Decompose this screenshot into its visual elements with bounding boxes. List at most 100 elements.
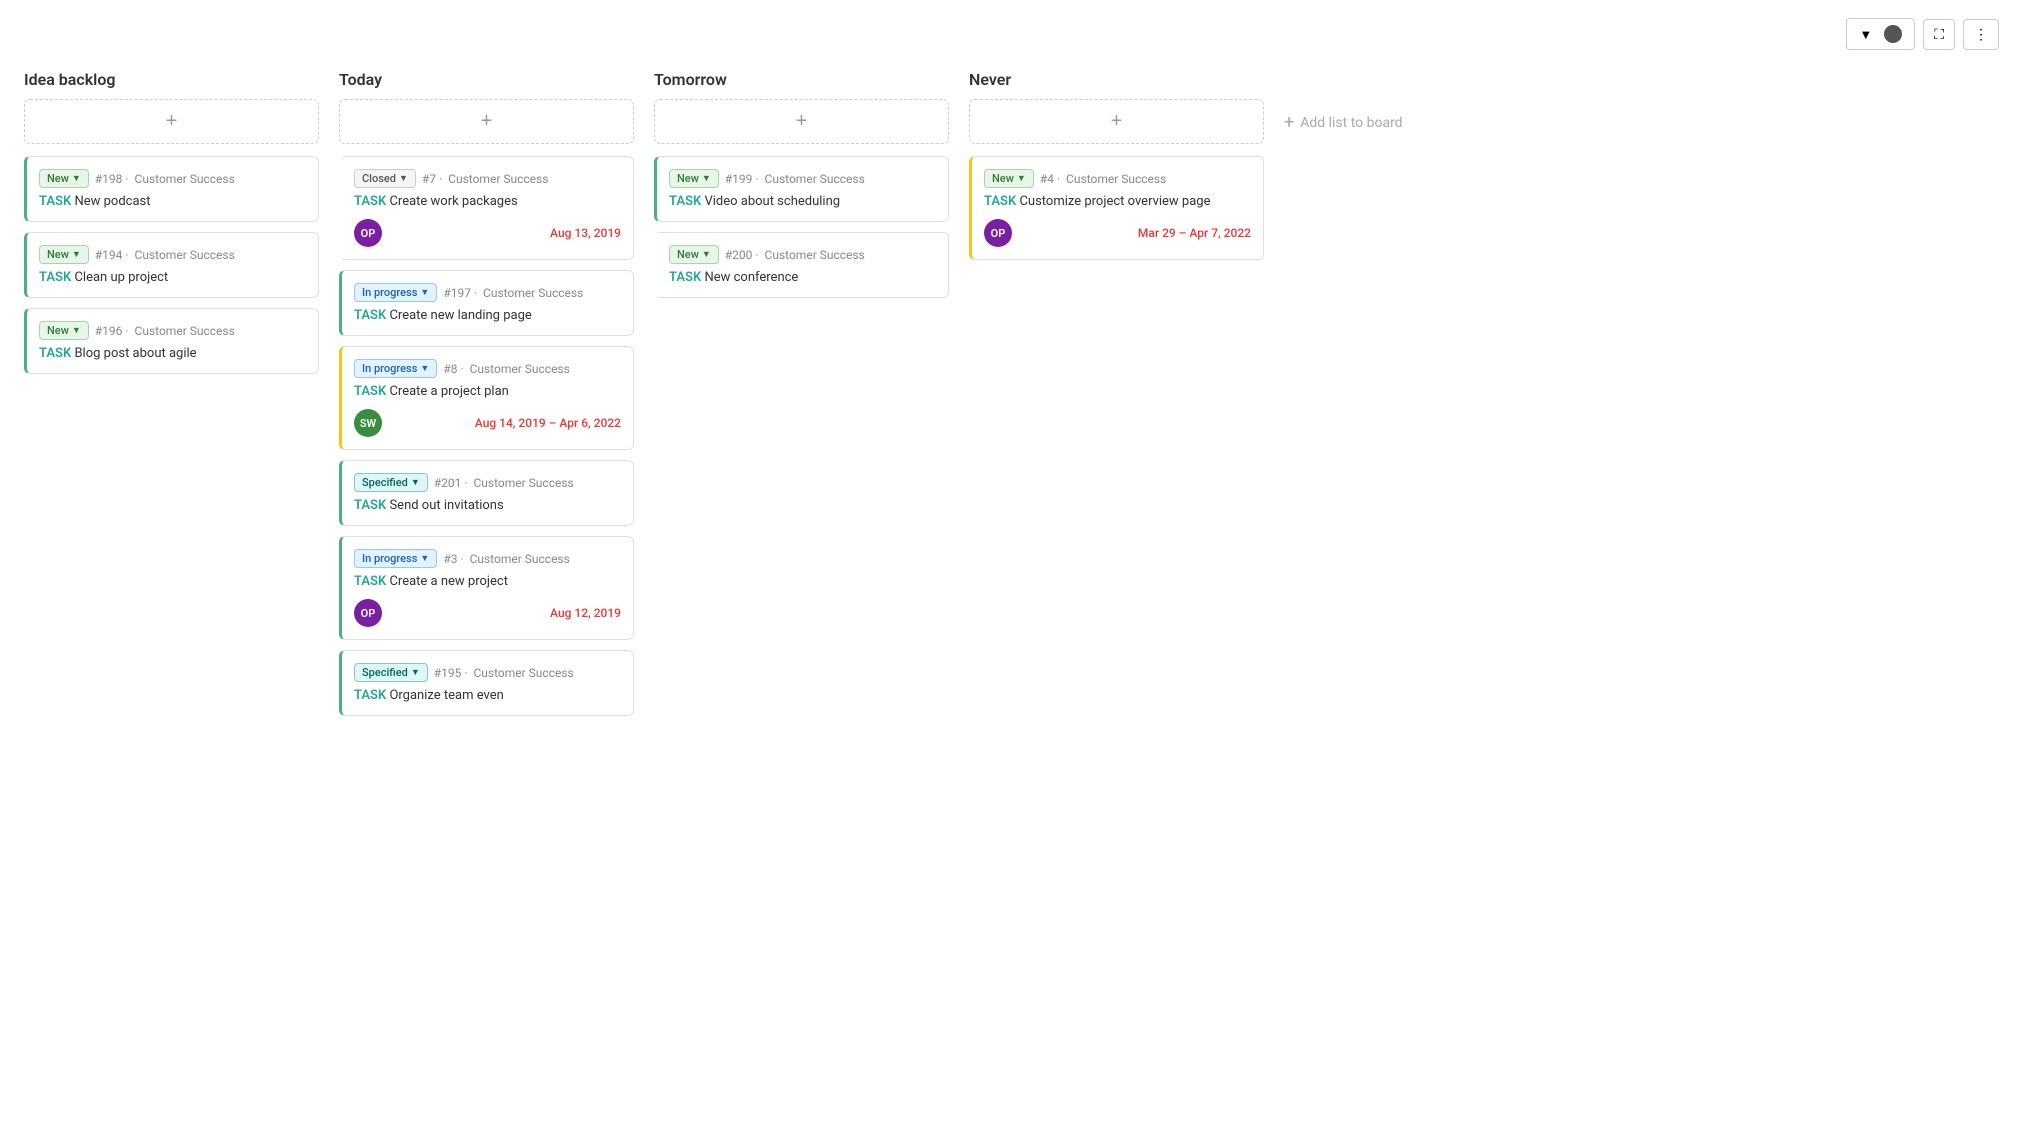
card-footer-c7: OPAug 13, 2019: [354, 219, 621, 247]
more-options-button[interactable]: ⋮: [1963, 19, 1999, 50]
card-meta-c4: New ▼#4 ·Customer Success: [984, 169, 1251, 188]
column-title-idea-backlog: Idea backlog: [24, 70, 319, 89]
task-text: Send out invitations: [389, 498, 503, 513]
card-number-c194: #194 ·: [95, 248, 129, 262]
task-label: TASK: [354, 194, 386, 209]
avatar-c8: SW: [354, 409, 382, 437]
task-label: TASK: [354, 308, 386, 323]
card-c197[interactable]: In progress ▼#197 ·Customer SuccessTASK …: [339, 270, 634, 336]
filter-icon: ▼: [1859, 27, 1872, 42]
status-badge-c195[interactable]: Specified ▼: [354, 663, 428, 682]
badge-chevron: ▼: [399, 173, 408, 184]
card-c201[interactable]: Specified ▼#201 ·Customer Success TASK Se…: [339, 460, 634, 526]
status-badge-c3[interactable]: In progress ▼: [354, 549, 437, 568]
status-badge-c194[interactable]: New ▼: [39, 245, 89, 264]
badge-chevron: ▼: [420, 287, 429, 298]
card-meta-c200: New ▼#200 ·Customer Success: [669, 245, 936, 264]
avatar-c4: OP: [984, 219, 1012, 247]
column-tomorrow: Tomorrow+New ▼#199 ·Customer SuccessTASK…: [654, 70, 949, 308]
badge-chevron: ▼: [1017, 173, 1026, 184]
status-badge-c196[interactable]: New ▼: [39, 321, 89, 340]
card-task-c199: TASK Video about scheduling: [669, 194, 936, 209]
card-number-c198: #198 ·: [95, 172, 129, 186]
card-task-c4: TASK Customize project overview page: [984, 194, 1251, 209]
task-text: Create a new project: [389, 574, 508, 589]
task-text: Video about scheduling: [704, 194, 840, 209]
add-list-to-board[interactable]: +Add list to board: [1284, 106, 1403, 139]
filter-button[interactable]: ▼: [1846, 18, 1915, 50]
card-task-c3: TASK Create a new project: [354, 574, 621, 589]
task-label: TASK: [984, 194, 1016, 209]
status-badge-c4[interactable]: New ▼: [984, 169, 1034, 188]
task-label: TASK: [354, 688, 386, 703]
task-text: Organize team even: [389, 688, 503, 703]
card-number-c3: #3 ·: [443, 552, 463, 566]
card-category-c8: Customer Success: [470, 362, 570, 376]
badge-chevron: ▼: [72, 325, 81, 336]
fullscreen-button[interactable]: ⛶: [1923, 19, 1955, 50]
column-title-never: Never: [969, 70, 1264, 89]
badge-chevron: ▼: [72, 173, 81, 184]
card-number-c197: #197 ·: [443, 286, 477, 300]
status-badge-c197[interactable]: In progress ▼: [354, 283, 437, 302]
card-c195[interactable]: Specified ▼#195 ·Customer SuccessTASK Or…: [339, 650, 634, 716]
card-number-c196: #196 ·: [95, 324, 129, 338]
card-date-c3: Aug 12, 2019: [550, 606, 621, 620]
add-card-button-tomorrow[interactable]: +: [654, 99, 949, 144]
status-badge-c8[interactable]: In progress ▼: [354, 359, 437, 378]
card-category-c195: Customer Success: [473, 666, 573, 680]
card-date-c8: Aug 14, 2019 – Apr 6, 2022: [475, 416, 621, 430]
badge-chevron: ▼: [702, 173, 711, 184]
card-category-c4: Customer Success: [1066, 172, 1166, 186]
task-label: TASK: [669, 270, 701, 285]
card-c4[interactable]: New ▼#4 ·Customer Success TASK Customize …: [969, 156, 1264, 260]
card-task-c201: TASK Send out invitations: [354, 498, 621, 513]
task-text: New conference: [704, 270, 798, 285]
task-label: TASK: [354, 498, 386, 513]
badge-chevron: ▼: [702, 249, 711, 260]
card-footer-c8: SW Aug 14, 2019 – Apr 6, 2022: [354, 409, 621, 437]
task-text: Blog post about agile: [74, 346, 196, 361]
page-header: ▼ ⛶ ⋮: [0, 0, 2023, 60]
card-number-c199: #199 ·: [725, 172, 759, 186]
card-c194[interactable]: New ▼#194 ·Customer SuccessTASK Clean up…: [24, 232, 319, 298]
task-text: Clean up project: [74, 270, 168, 285]
badge-chevron: ▼: [72, 249, 81, 260]
card-date-c7: Aug 13, 2019: [550, 226, 621, 240]
task-label: TASK: [354, 574, 386, 589]
card-c8[interactable]: In progress ▼#8 ·Customer SuccessTASK Cr…: [339, 346, 634, 450]
badge-chevron: ▼: [420, 363, 429, 374]
card-meta-c196: New ▼#196 ·Customer Success: [39, 321, 306, 340]
card-c7[interactable]: Closed ▼ #7 · Customer Success TASK Create …: [339, 156, 634, 260]
card-category-c7: Customer Success: [448, 172, 548, 186]
status-badge-c201[interactable]: Specified ▼: [354, 473, 428, 492]
card-task-c196: TASK Blog post about agile: [39, 346, 306, 361]
card-meta-c198: New ▼#198 ·Customer Success: [39, 169, 306, 188]
status-badge-c199[interactable]: New ▼: [669, 169, 719, 188]
card-c196[interactable]: New ▼#196 ·Customer SuccessTASK Blog pos…: [24, 308, 319, 374]
add-card-button-idea-backlog[interactable]: +: [24, 99, 319, 144]
card-number-c7: #7 ·: [422, 172, 442, 186]
card-category-c3: Customer Success: [470, 552, 570, 566]
card-c199[interactable]: New ▼#199 ·Customer SuccessTASK Video ab…: [654, 156, 949, 222]
badge-chevron: ▼: [420, 553, 429, 564]
card-task-c197: TASK Create new landing page: [354, 308, 621, 323]
card-number-c200: #200 ·: [725, 248, 759, 262]
status-badge-c7[interactable]: Closed ▼: [354, 169, 416, 188]
board: Idea backlog + New ▼ #198 · Customer Success…: [0, 60, 2023, 746]
card-meta-c201: Specified ▼#201 ·Customer Success: [354, 473, 621, 492]
add-card-button-never[interactable]: +: [969, 99, 1264, 144]
task-label: TASK: [354, 384, 386, 399]
card-c3[interactable]: In progress ▼ #3 · Customer Success TASK Cr…: [339, 536, 634, 640]
card-task-c200: TASK New conference: [669, 270, 936, 285]
card-task-c7: TASK Create work packages: [354, 194, 621, 209]
status-badge-c198[interactable]: New ▼: [39, 169, 89, 188]
add-card-button-today[interactable]: +: [339, 99, 634, 144]
add-list-label: Add list to board: [1300, 115, 1402, 131]
task-text: New podcast: [74, 194, 150, 209]
status-badge-c200[interactable]: New ▼: [669, 245, 719, 264]
column-idea-backlog: Idea backlog+New ▼#198 ·Customer Success…: [24, 70, 319, 384]
card-c198[interactable]: New ▼#198 ·Customer SuccessTASK New podc…: [24, 156, 319, 222]
card-c200[interactable]: New ▼#200 ·Customer SuccessTASK New conf…: [654, 232, 949, 298]
card-task-c194: TASK Clean up project: [39, 270, 306, 285]
